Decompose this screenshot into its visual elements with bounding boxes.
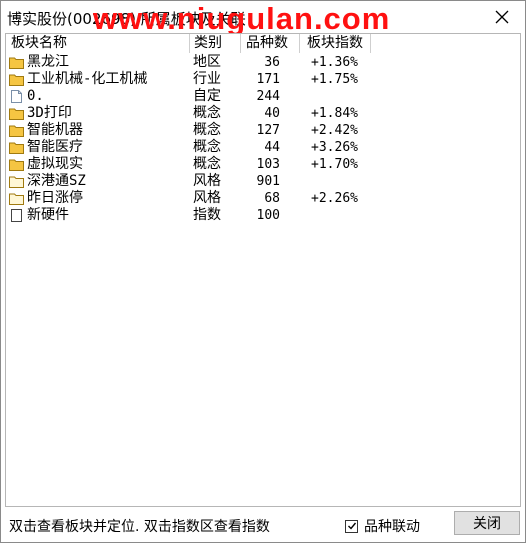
row-count: 901: [256, 174, 280, 189]
row-type: 地区: [193, 54, 221, 70]
link-checkbox-label: 品种联动: [364, 519, 420, 535]
row-count: 36: [264, 55, 280, 70]
folder-icon: [9, 56, 24, 69]
row-count: 68: [264, 191, 280, 206]
row-type: 风格: [193, 190, 221, 206]
row-name: 3D打印: [27, 105, 72, 121]
row-name: 工业机械-化工机械: [27, 71, 148, 87]
row-index[interactable]: +1.70%: [304, 156, 358, 173]
status-bar: 双击查看板块并定位. 双击指数区查看指数 品种联动 关闭: [1, 507, 525, 542]
folder-icon: [9, 158, 24, 171]
row-type: 行业: [193, 71, 221, 87]
window-title: 博实股份(002698) 所属板块及关联: [7, 10, 246, 28]
row-type: 自定: [193, 88, 221, 104]
check-icon: [347, 522, 356, 530]
table-row[interactable]: 0. 自定 244: [6, 88, 520, 105]
folder-icon: [9, 107, 24, 120]
row-type: 概念: [193, 139, 221, 155]
folder-icon: [9, 141, 24, 154]
folder-outline-icon: [9, 192, 24, 205]
table-row[interactable]: 黑龙江 地区 36 +1.36%: [6, 54, 520, 71]
row-index[interactable]: +1.84%: [304, 105, 358, 122]
row-name: 深港通SZ: [27, 173, 86, 189]
row-name: 虚拟现实: [27, 156, 83, 172]
checkbox-box[interactable]: [345, 519, 358, 533]
table-row[interactable]: 新硬件 指数 100: [6, 207, 520, 224]
column-header-name[interactable]: 板块名称: [6, 34, 190, 53]
row-name: 智能机器: [27, 122, 83, 138]
row-index[interactable]: +1.36%: [304, 54, 358, 71]
table-row[interactable]: 虚拟现实 概念 103 +1.70%: [6, 156, 520, 173]
table-row[interactable]: 昨日涨停 风格 68 +2.26%: [6, 190, 520, 207]
row-index[interactable]: +3.26%: [304, 139, 358, 156]
list-header: 板块名称 类别 品种数 板块指数: [6, 34, 520, 53]
table-row[interactable]: 工业机械-化工机械 行业 171 +1.75%: [6, 71, 520, 88]
row-count: 100: [256, 208, 280, 223]
table-row[interactable]: 智能医疗 概念 44 +3.26%: [6, 139, 520, 156]
table-row[interactable]: 智能机器 概念 127 +2.42%: [6, 122, 520, 139]
row-type: 概念: [193, 105, 221, 121]
row-count: 40: [264, 106, 280, 121]
column-header-index[interactable]: 板块指数: [300, 34, 371, 53]
close-button[interactable]: 关闭: [454, 511, 520, 535]
document-icon: [9, 90, 24, 103]
table-row[interactable]: 3D打印 概念 40 +1.84%: [6, 105, 520, 122]
row-count: 244: [256, 89, 280, 104]
row-count: 103: [256, 157, 280, 172]
row-name: 昨日涨停: [27, 190, 83, 206]
folder-outline-icon: [9, 175, 24, 188]
sector-list[interactable]: 板块名称 类别 品种数 板块指数 黑龙江 地区 36 +1.36% 工业机械-化…: [5, 33, 521, 507]
row-type: 概念: [193, 122, 221, 138]
folder-icon: [9, 124, 24, 137]
row-index[interactable]: +2.42%: [304, 122, 358, 139]
rows: 黑龙江 地区 36 +1.36% 工业机械-化工机械 行业 171 +1.75%…: [6, 54, 520, 224]
close-icon[interactable]: [487, 5, 517, 29]
row-count: 171: [256, 72, 280, 87]
row-count: 44: [264, 140, 280, 155]
blank-document-icon: [9, 209, 24, 222]
table-row[interactable]: 深港通SZ 风格 901: [6, 173, 520, 190]
column-header-type[interactable]: 类别: [190, 34, 241, 53]
hint-text: 双击查看板块并定位. 双击指数区查看指数: [9, 519, 270, 535]
row-type: 指数: [193, 207, 221, 223]
row-index[interactable]: +2.26%: [304, 190, 358, 207]
row-name: 黑龙江: [27, 54, 69, 70]
row-name: 智能医疗: [27, 139, 83, 155]
sector-dialog: 博实股份(002698) 所属板块及关联 www.niugulan.com 板块…: [0, 0, 526, 543]
folder-icon: [9, 73, 24, 86]
row-name: 新硬件: [27, 207, 69, 223]
column-header-count[interactable]: 品种数: [241, 34, 300, 53]
row-index[interactable]: +1.75%: [304, 71, 358, 88]
row-type: 风格: [193, 173, 221, 189]
link-checkbox[interactable]: 品种联动: [345, 516, 420, 536]
title-bar: 博实股份(002698) 所属板块及关联 www.niugulan.com: [1, 1, 525, 36]
row-type: 概念: [193, 156, 221, 172]
row-name: 0.: [27, 88, 44, 104]
row-count: 127: [256, 123, 280, 138]
